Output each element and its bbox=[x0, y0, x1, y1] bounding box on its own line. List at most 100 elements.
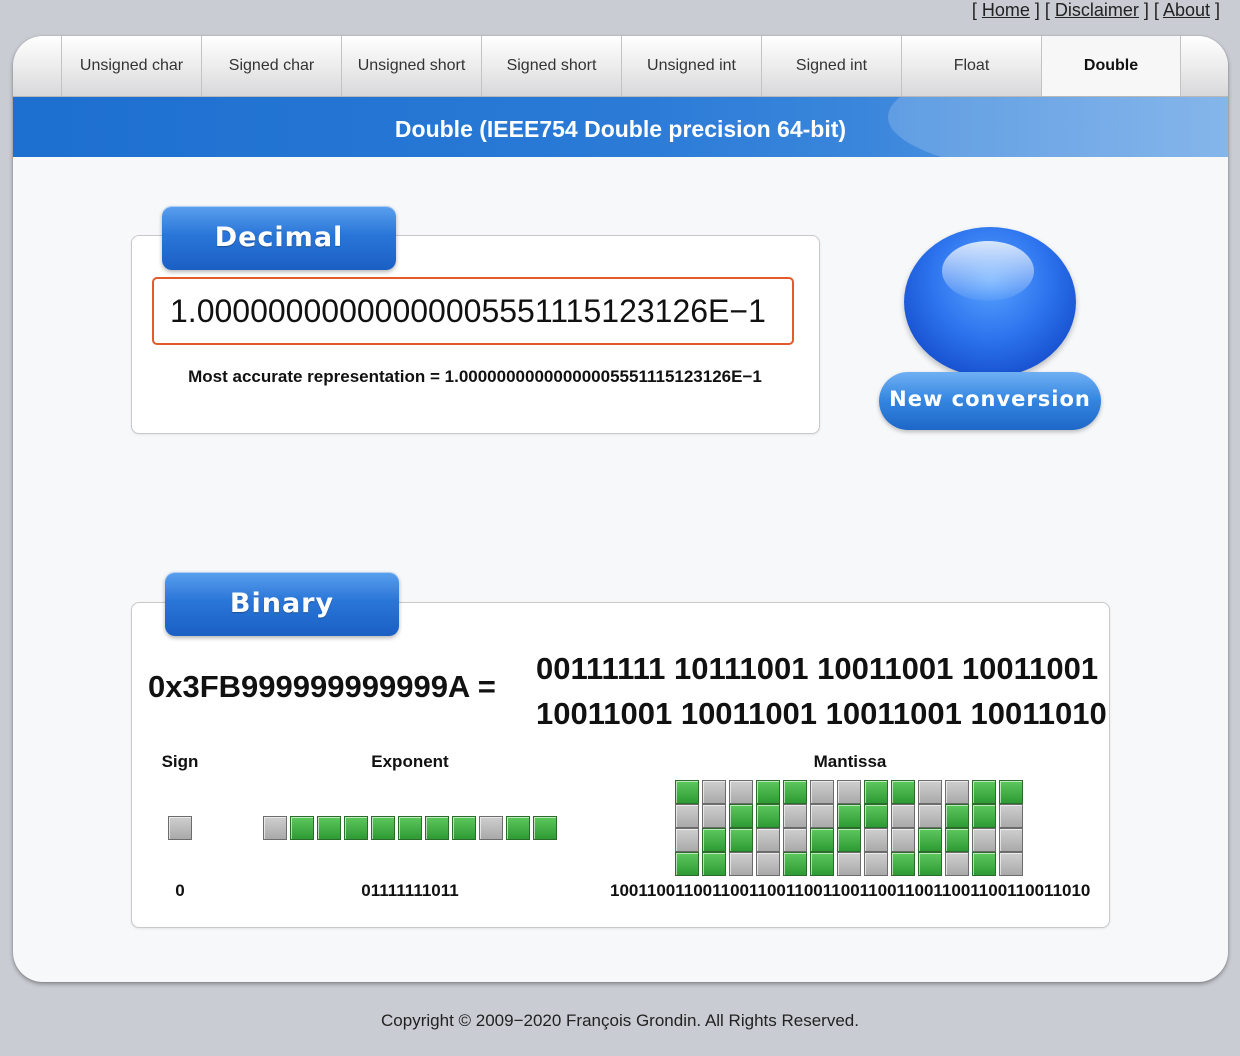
mantissa-bit-toggle[interactable] bbox=[810, 780, 834, 804]
exponent-bit-toggle[interactable] bbox=[506, 816, 530, 840]
exponent-bit-toggle[interactable] bbox=[398, 816, 422, 840]
mantissa-bit-toggle[interactable] bbox=[783, 852, 807, 876]
mantissa-bit-toggle[interactable] bbox=[837, 780, 861, 804]
exponent-bit-toggle[interactable] bbox=[425, 816, 449, 840]
mantissa-bit-toggle[interactable] bbox=[783, 804, 807, 828]
mantissa-bit-toggle[interactable] bbox=[891, 828, 915, 852]
mantissa-bit-toggle[interactable] bbox=[675, 780, 699, 804]
mantissa-bit-toggle[interactable] bbox=[972, 852, 996, 876]
exponent-bit-toggle[interactable] bbox=[371, 816, 395, 840]
decimal-input[interactable] bbox=[152, 277, 794, 345]
mantissa-bit-row bbox=[675, 852, 1026, 876]
tab-float[interactable]: Float bbox=[901, 36, 1041, 96]
mantissa-bit-toggle[interactable] bbox=[783, 780, 807, 804]
mantissa-bit-toggle[interactable] bbox=[999, 828, 1023, 852]
tab-unsigned-short[interactable]: Unsigned short bbox=[341, 36, 481, 96]
binary-bytes: 00111111 10111001 10011001 10011001 1001… bbox=[536, 646, 1107, 736]
tab-unsigned-char[interactable]: Unsigned char bbox=[61, 36, 201, 96]
mantissa-bit-toggle[interactable] bbox=[999, 804, 1023, 828]
mantissa-bit-toggle[interactable] bbox=[756, 804, 780, 828]
mantissa-bit-toggle[interactable] bbox=[675, 804, 699, 828]
mantissa-bit-toggle[interactable] bbox=[972, 804, 996, 828]
mantissa-bit-toggle[interactable] bbox=[945, 780, 969, 804]
type-tabs: Unsigned char Signed char Unsigned short… bbox=[13, 36, 1228, 97]
binary-bytes-line-1: 00111111 10111001 10011001 10011001 bbox=[536, 651, 1099, 686]
mantissa-bit-toggle[interactable] bbox=[999, 852, 1023, 876]
mantissa-bit-toggle[interactable] bbox=[729, 780, 753, 804]
mantissa-bit-toggle[interactable] bbox=[918, 852, 942, 876]
page-title-bar: Double (IEEE754 Double precision 64-bit) bbox=[13, 97, 1228, 157]
mantissa-bit-toggle[interactable] bbox=[810, 804, 834, 828]
new-conversion-button[interactable]: New conversion bbox=[879, 224, 1103, 434]
home-link[interactable]: Home bbox=[982, 0, 1030, 20]
mantissa-bit-toggle[interactable] bbox=[756, 828, 780, 852]
mantissa-bit-toggle[interactable] bbox=[864, 804, 888, 828]
exponent-label: Exponent bbox=[371, 752, 449, 771]
mantissa-bit-toggle[interactable] bbox=[891, 852, 915, 876]
exponent-bit-toggle[interactable] bbox=[344, 816, 368, 840]
top-links: [ Home ] [ Disclaimer ] [ About ] bbox=[972, 0, 1220, 21]
exponent-bit-toggle[interactable] bbox=[452, 816, 476, 840]
mantissa-bit-toggle[interactable] bbox=[864, 780, 888, 804]
mantissa-bit-toggles bbox=[675, 780, 1026, 876]
mantissa-bit-toggle[interactable] bbox=[945, 804, 969, 828]
mantissa-bit-toggle[interactable] bbox=[675, 828, 699, 852]
exponent-bit-toggle[interactable] bbox=[479, 816, 503, 840]
sign-bit-toggle[interactable] bbox=[168, 816, 192, 840]
mantissa-bit-toggle[interactable] bbox=[729, 828, 753, 852]
bracket: ] [ bbox=[1029, 0, 1055, 20]
hex-value: 0x3FB999999999999A = bbox=[148, 669, 496, 704]
orb-icon bbox=[904, 227, 1076, 377]
sign-label: Sign bbox=[161, 752, 199, 771]
disclaimer-link[interactable]: Disclaimer bbox=[1055, 0, 1139, 20]
mantissa-bit-toggle[interactable] bbox=[837, 804, 861, 828]
mantissa-bit-toggle[interactable] bbox=[729, 804, 753, 828]
sign-bit-toggles bbox=[168, 816, 195, 840]
mantissa-bit-toggle[interactable] bbox=[891, 804, 915, 828]
mantissa-bit-toggle[interactable] bbox=[945, 852, 969, 876]
mantissa-bit-toggle[interactable] bbox=[972, 780, 996, 804]
mantissa-bit-toggle[interactable] bbox=[702, 852, 726, 876]
tab-double[interactable]: Double bbox=[1041, 36, 1181, 96]
mantissa-bit-toggle[interactable] bbox=[810, 852, 834, 876]
mantissa-bit-toggle[interactable] bbox=[864, 852, 888, 876]
exponent-bit-toggle[interactable] bbox=[533, 816, 557, 840]
exponent-bit-toggles bbox=[263, 816, 560, 840]
binary-header: Binary bbox=[165, 572, 399, 636]
mantissa-bit-row bbox=[675, 780, 1026, 804]
mantissa-bit-toggle[interactable] bbox=[972, 828, 996, 852]
mantissa-bit-toggle[interactable] bbox=[918, 804, 942, 828]
mantissa-bit-toggle[interactable] bbox=[702, 804, 726, 828]
mantissa-bit-toggle[interactable] bbox=[945, 828, 969, 852]
tab-unsigned-int[interactable]: Unsigned int bbox=[621, 36, 761, 96]
about-link[interactable]: About bbox=[1163, 0, 1210, 20]
mantissa-bit-toggle[interactable] bbox=[675, 852, 699, 876]
decimal-header: Decimal bbox=[162, 206, 396, 270]
mantissa-bit-toggle[interactable] bbox=[756, 780, 780, 804]
tab-signed-int[interactable]: Signed int bbox=[761, 36, 901, 96]
mantissa-bit-toggle[interactable] bbox=[702, 828, 726, 852]
exponent-bit-toggle[interactable] bbox=[290, 816, 314, 840]
bracket: ] bbox=[1209, 0, 1220, 20]
mantissa-bit-toggle[interactable] bbox=[783, 828, 807, 852]
mantissa-bit-toggle[interactable] bbox=[864, 828, 888, 852]
mantissa-bit-toggle[interactable] bbox=[702, 780, 726, 804]
mantissa-bit-toggle[interactable] bbox=[756, 852, 780, 876]
page-title: Double (IEEE754 Double precision 64-bit) bbox=[394, 116, 847, 142]
bracket: ] [ bbox=[1138, 0, 1163, 20]
mantissa-bit-toggle[interactable] bbox=[891, 780, 915, 804]
exponent-bit-toggle[interactable] bbox=[263, 816, 287, 840]
mantissa-bit-toggle[interactable] bbox=[837, 828, 861, 852]
mantissa-bit-toggle[interactable] bbox=[837, 852, 861, 876]
mantissa-bit-toggle[interactable] bbox=[918, 828, 942, 852]
mantissa-bit-row bbox=[675, 804, 1026, 828]
tab-signed-short[interactable]: Signed short bbox=[481, 36, 621, 96]
mantissa-bit-toggle[interactable] bbox=[810, 828, 834, 852]
mantissa-bit-row bbox=[675, 828, 1026, 852]
mantissa-bit-toggle[interactable] bbox=[918, 780, 942, 804]
mantissa-bit-toggle[interactable] bbox=[729, 852, 753, 876]
exponent-bit-toggle[interactable] bbox=[317, 816, 341, 840]
exponent-bits-value: 01111111011 bbox=[361, 881, 459, 900]
tab-signed-char[interactable]: Signed char bbox=[201, 36, 341, 96]
mantissa-bit-toggle[interactable] bbox=[999, 780, 1023, 804]
